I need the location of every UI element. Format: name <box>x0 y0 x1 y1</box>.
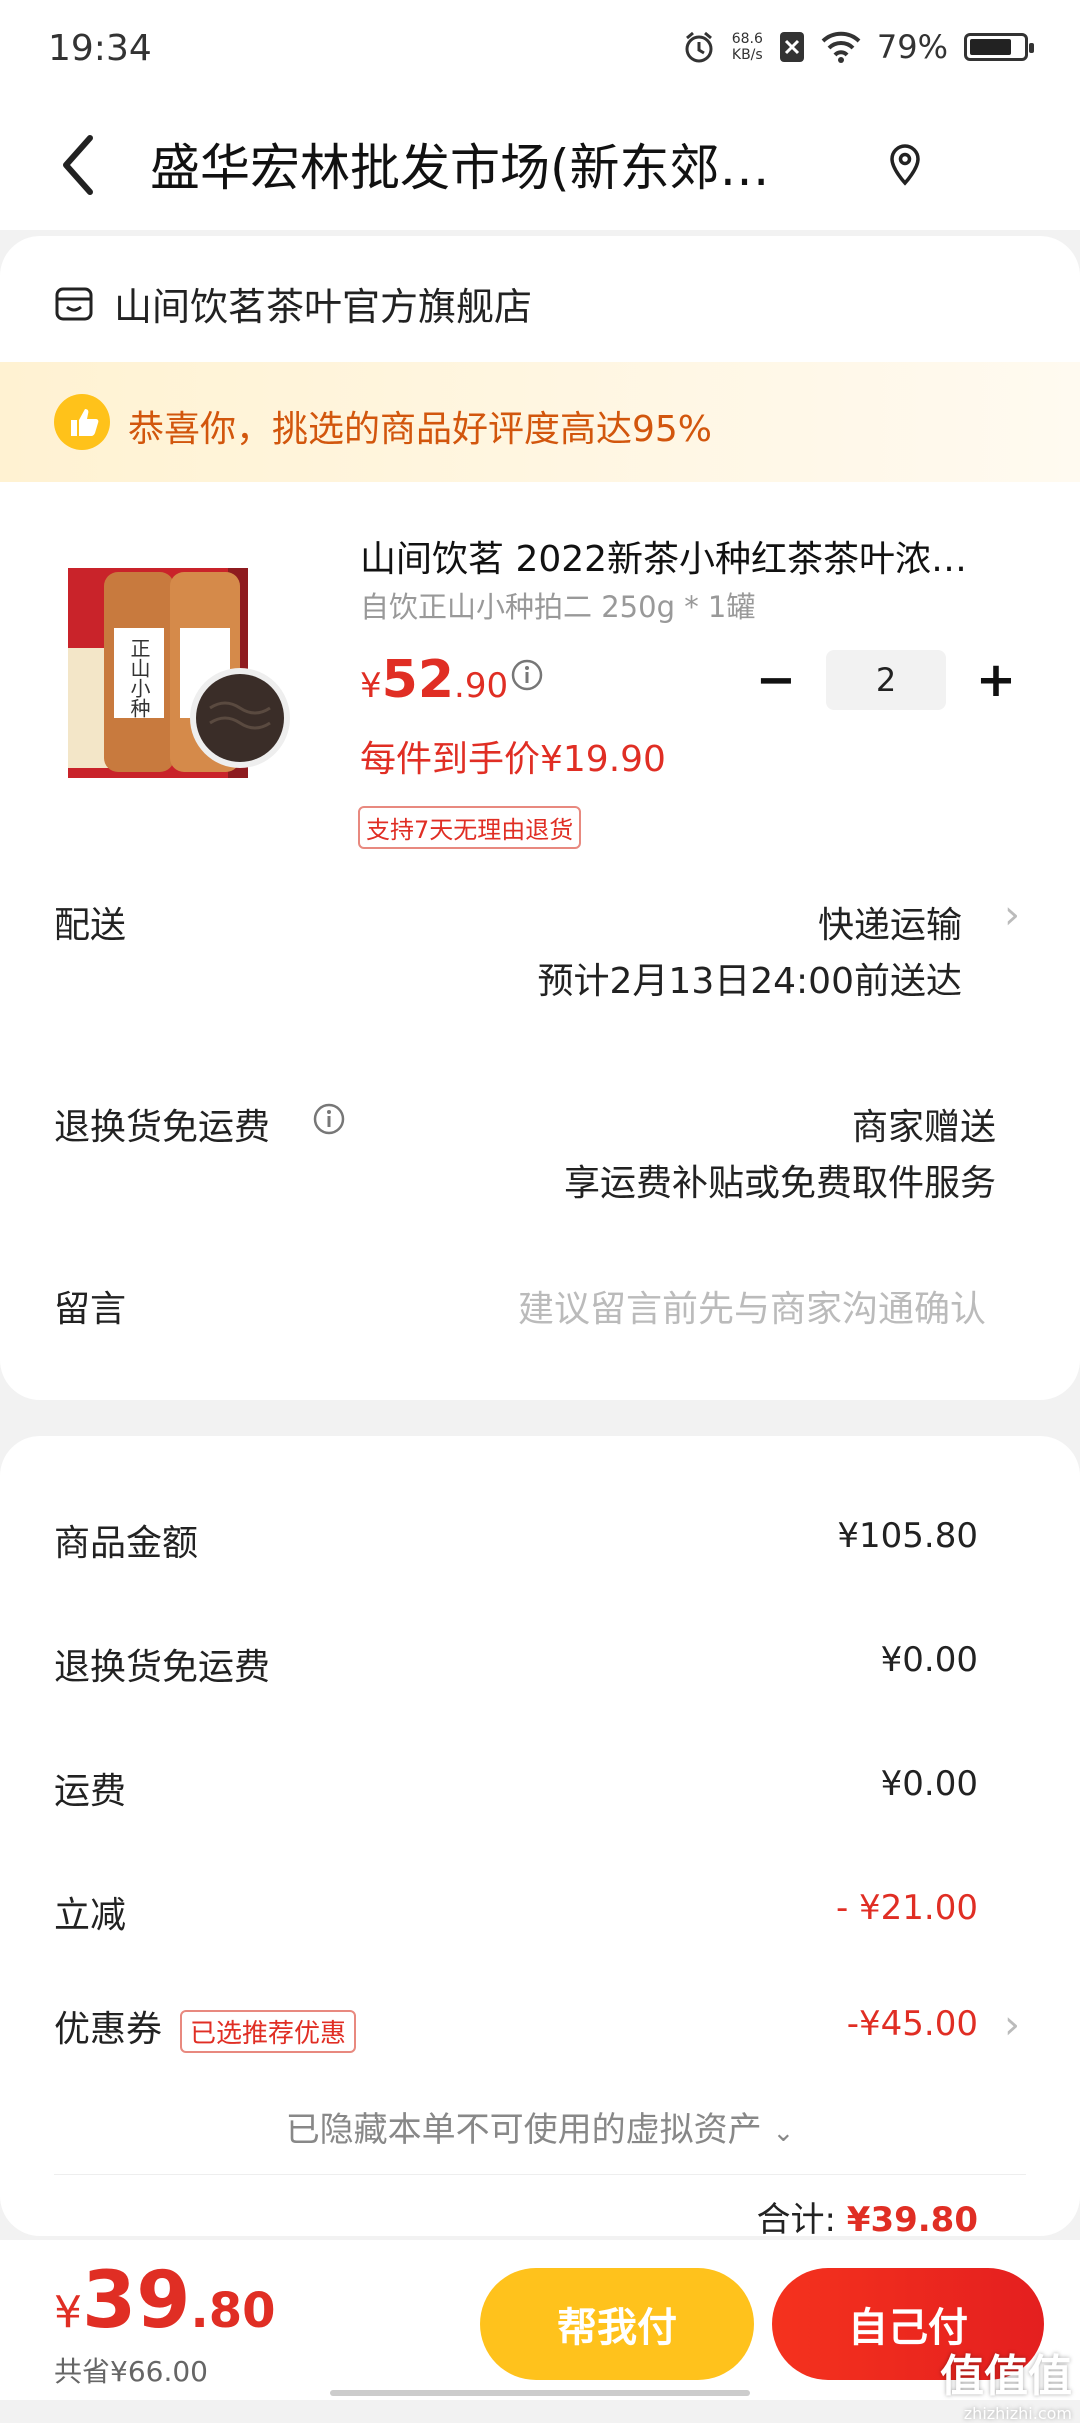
price-info-icon[interactable] <box>510 658 544 692</box>
coupon-value[interactable]: -¥45.00 <box>847 2004 978 2044</box>
return-policy-tag: 支持7天无理由退货 <box>358 806 582 849</box>
product-spec[interactable]: 自饮正山小种拍二 250g * 1罐 <box>360 584 755 626</box>
coupon-tag: 已选推荐优惠 <box>180 2009 357 2053</box>
bottom-total-integer: 39 <box>82 2256 191 2346</box>
return-shipping-info-icon[interactable] <box>312 1102 346 1136</box>
rating-banner: 恭喜你，挑选的商品好评度高达95% <box>0 362 1080 482</box>
discount-label: 立减 <box>54 1895 127 1936</box>
net-speed-value: 68.6 <box>731 31 763 47</box>
return-fee-label: 退换货免运费 <box>54 1647 271 1688</box>
unit-price: 每件到手价¥19.90 <box>360 739 666 780</box>
increase-button[interactable]: + <box>966 650 1026 710</box>
discount-value: - ¥21.00 <box>835 1888 978 1928</box>
return-shipping-value: 商家赠送 <box>851 1107 996 1148</box>
coupon-label: 优惠券 <box>54 2009 163 2050</box>
shop-name: 山间饮茗茶叶官方旗舰店 <box>114 285 533 329</box>
status-bar: 19:34 68.6 KB/s 79% <box>0 0 1080 100</box>
decrease-button[interactable]: − <box>746 650 806 710</box>
order-card: 山间饮茗茶叶官方旗舰店 恭喜你，挑选的商品好评度高达95% 正山小种 山间饮茗 … <box>0 236 1080 1400</box>
status-time: 19:34 <box>48 28 152 69</box>
watermark-text: 值值值 <box>940 2351 1072 2402</box>
bottom-total: ¥ 39 .80 <box>54 2256 276 2346</box>
hidden-assets-text: 已隐藏本单不可使用的虚拟资产 <box>285 2110 762 2150</box>
chevron-down-icon: ⌄ <box>772 2118 795 2148</box>
battery-level <box>970 39 1011 55</box>
price-decimal: .90 <box>454 666 509 706</box>
delivery-label: 配送 <box>54 905 127 946</box>
message-input[interactable]: 建议留言前先与商家沟通确认 <box>518 1280 986 1332</box>
product-image-label: 正山小种 <box>127 638 151 718</box>
store-icon <box>55 287 93 320</box>
wifi-icon <box>821 31 861 63</box>
net-speed: 68.6 KB/s <box>732 31 763 63</box>
price-currency: ¥ <box>360 666 382 706</box>
page-title[interactable]: 盛华宏林批发市场(新东郊… <box>150 128 830 200</box>
total-label: 合计: <box>756 2200 836 2240</box>
status-icons: 68.6 KB/s 79% <box>682 28 1034 66</box>
watermark-url: zhizhizhi.com <box>963 2404 1072 2423</box>
back-arrow-icon[interactable] <box>52 130 112 200</box>
sim-off-icon <box>779 32 804 62</box>
total-value: ¥39.80 <box>846 2200 978 2240</box>
battery-icon <box>964 33 1034 61</box>
price-integer: 52 <box>381 650 455 710</box>
alarm-icon <box>685 31 713 63</box>
goods-amount-value: ¥105.80 <box>837 1516 978 1556</box>
thumbs-up-icon <box>54 394 110 450</box>
return-shipping-desc: 享运费补贴或免费取件服务 <box>563 1163 996 1204</box>
hidden-assets-toggle[interactable]: 已隐藏本单不可使用的虚拟资产 ⌄ <box>0 2102 1080 2151</box>
quantity-stepper: − 2 + <box>746 650 1026 710</box>
price-summary-card: 商品金额 ¥105.80 退换货免运费 ¥0.00 运费 ¥0.00 立减 - … <box>0 1436 1080 2240</box>
home-indicator[interactable] <box>330 2390 750 2396</box>
bottom-total-decimal: .80 <box>190 2283 276 2339</box>
coupon-chevron-icon[interactable]: › <box>1004 2002 1020 2048</box>
watermark: 值值值 zhizhizhi.com <box>940 2340 1072 2423</box>
shipping-fee-value: ¥0.00 <box>880 1764 978 1804</box>
location-pin-icon[interactable] <box>880 140 930 190</box>
net-speed-unit: KB/s <box>731 47 763 63</box>
delivery-method[interactable]: 快递运输 <box>818 896 962 948</box>
goods-amount-label: 商品金额 <box>54 1523 199 1564</box>
help-pay-button[interactable]: 帮我付 <box>480 2268 754 2380</box>
battery-percent: 79% <box>876 28 948 66</box>
message-label: 留言 <box>54 1289 127 1330</box>
saved-amount: 共省¥66.00 <box>54 2355 208 2388</box>
divider <box>54 2174 1026 2175</box>
coupon-row[interactable]: 优惠券 已选推荐优惠 <box>54 2000 357 2053</box>
order-total: 合计: ¥39.80 <box>757 2192 978 2241</box>
return-fee-value: ¥0.00 <box>880 1640 978 1680</box>
product-price: ¥ 52 .90 <box>360 650 508 710</box>
bottom-total-currency: ¥ <box>54 2287 82 2338</box>
product-image[interactable]: 正山小种 <box>60 528 330 788</box>
bottom-pay-bar: ¥ 39 .80 共省¥66.00 帮我付 自己付 <box>0 2240 1080 2400</box>
shop-row[interactable]: 山间饮茗茶叶官方旗舰店 <box>54 276 532 331</box>
rating-text: 恭喜你，挑选的商品好评度高达95% <box>128 409 713 450</box>
quantity-input[interactable]: 2 <box>826 650 946 710</box>
delivery-eta: 预计2月13日24:00前送达 <box>537 961 962 1002</box>
return-shipping-label: 退换货免运费 <box>54 1107 271 1148</box>
shipping-fee-label: 运费 <box>54 1771 127 1812</box>
header: 盛华宏林批发市场(新东郊… <box>0 100 1080 230</box>
delivery-chevron-icon[interactable]: › <box>1004 892 1020 938</box>
product-name[interactable]: 山间饮茗 2022新茶小种红茶茶叶浓… <box>360 530 1020 582</box>
